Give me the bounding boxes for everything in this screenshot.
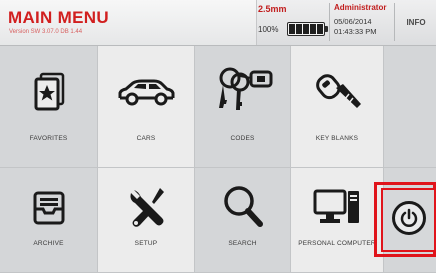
battery-percent: 100% bbox=[258, 25, 279, 34]
menu-tile-codes[interactable]: CODES bbox=[195, 46, 291, 168]
menu-label: PERSONAL COMPUTER bbox=[298, 240, 376, 247]
star-card-icon bbox=[34, 72, 65, 111]
magnifier-icon bbox=[224, 186, 263, 227]
menu-label: KEY BLANKS bbox=[315, 135, 359, 142]
menu-label: CODES bbox=[230, 135, 255, 142]
menu-label: SETUP bbox=[134, 240, 158, 247]
menu-tile-personal-computer[interactable]: PERSONAL COMPUTER bbox=[291, 168, 384, 273]
menu-tile-key-blanks[interactable]: KEY BLANKS bbox=[291, 46, 384, 168]
date-text: 05/06/2014 bbox=[334, 17, 372, 26]
battery-bar bbox=[310, 24, 316, 34]
menu-tile-favorites[interactable]: FAVORITES bbox=[0, 46, 98, 168]
depth-readout: 2.5mm bbox=[258, 4, 287, 14]
tools-icon bbox=[130, 188, 164, 227]
keys-icon bbox=[219, 67, 273, 110]
menu-tile-empty bbox=[384, 46, 436, 168]
user-name: Administrator bbox=[334, 3, 387, 12]
header-divider bbox=[329, 3, 330, 41]
info-button[interactable]: INFO bbox=[396, 8, 436, 36]
time-text: 01:43:33 PM bbox=[334, 27, 377, 36]
battery-bar bbox=[303, 24, 309, 34]
power-button[interactable] bbox=[392, 201, 426, 235]
menu-tile-archive[interactable]: ARCHIVE bbox=[0, 168, 98, 273]
battery-bar bbox=[289, 24, 295, 34]
menu-label: ARCHIVE bbox=[33, 240, 64, 247]
menu-tile-setup[interactable]: SETUP bbox=[98, 168, 195, 273]
key-blank-icon bbox=[316, 74, 361, 108]
computer-icon bbox=[313, 189, 359, 223]
menu-tile-search[interactable]: SEARCH bbox=[195, 168, 291, 273]
header-divider bbox=[394, 3, 395, 41]
battery-bar bbox=[317, 24, 323, 34]
menu-label: SEARCH bbox=[228, 240, 257, 247]
menu-label: FAVORITES bbox=[29, 135, 68, 142]
page-title: MAIN MENU bbox=[8, 8, 109, 27]
archive-tray-icon bbox=[33, 191, 65, 225]
menu-label: CARS bbox=[136, 135, 156, 142]
version-text: Version SW 3.07.0 DB 1.44 bbox=[9, 29, 83, 35]
car-icon bbox=[118, 79, 175, 106]
menu-grid: FAVORITES CARS CODES KEY BLANKS ARCHIVE … bbox=[0, 46, 436, 273]
menu-tile-cars[interactable]: CARS bbox=[98, 46, 195, 168]
power-icon bbox=[400, 208, 418, 227]
battery-bar bbox=[296, 24, 302, 34]
battery-icon bbox=[287, 22, 328, 36]
